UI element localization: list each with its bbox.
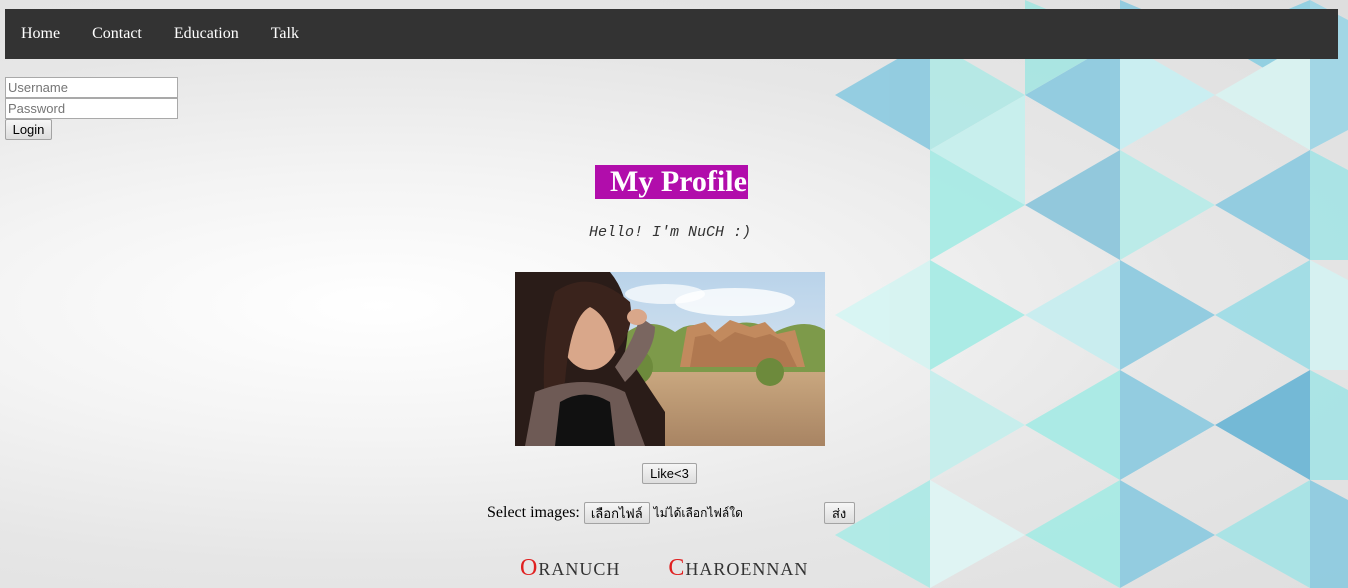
nav-home-link[interactable]: Home (5, 25, 76, 43)
nav-education-link[interactable]: Education (158, 25, 255, 43)
login-button[interactable]: Login (5, 119, 52, 140)
first-name-rest: ranuch (538, 559, 621, 579)
choose-file-button[interactable]: เลือกไฟล์ (583, 502, 650, 524)
login-form: Login (5, 77, 178, 140)
like-button[interactable]: Like<3 (642, 463, 697, 484)
full-name: Oranuch Charoennan (520, 555, 808, 582)
first-name-initial: O (520, 555, 539, 581)
last-name-initial: C (668, 555, 686, 581)
greeting-text: Hello! I'm NuCH :) (588, 224, 752, 241)
upload-label: Select images: (487, 504, 580, 521)
nav-talk-link[interactable]: Talk (255, 25, 315, 43)
file-status-text: ไม่ได้เลือกไฟล์ใด (653, 505, 743, 520)
image-upload-form: Select images: เลือกไฟล์ ไม่ได้เลือกไฟล์… (487, 502, 867, 524)
last-name-rest: haroennan (685, 559, 809, 579)
profile-photo (515, 272, 825, 446)
password-input[interactable] (5, 98, 178, 119)
username-input[interactable] (5, 77, 178, 98)
top-navbar: Home Contact Education Talk (5, 9, 1338, 59)
submit-upload-button[interactable]: ส่ง (823, 502, 855, 524)
nav-contact-link[interactable]: Contact (76, 25, 158, 43)
page-title: My Profile (595, 165, 748, 199)
